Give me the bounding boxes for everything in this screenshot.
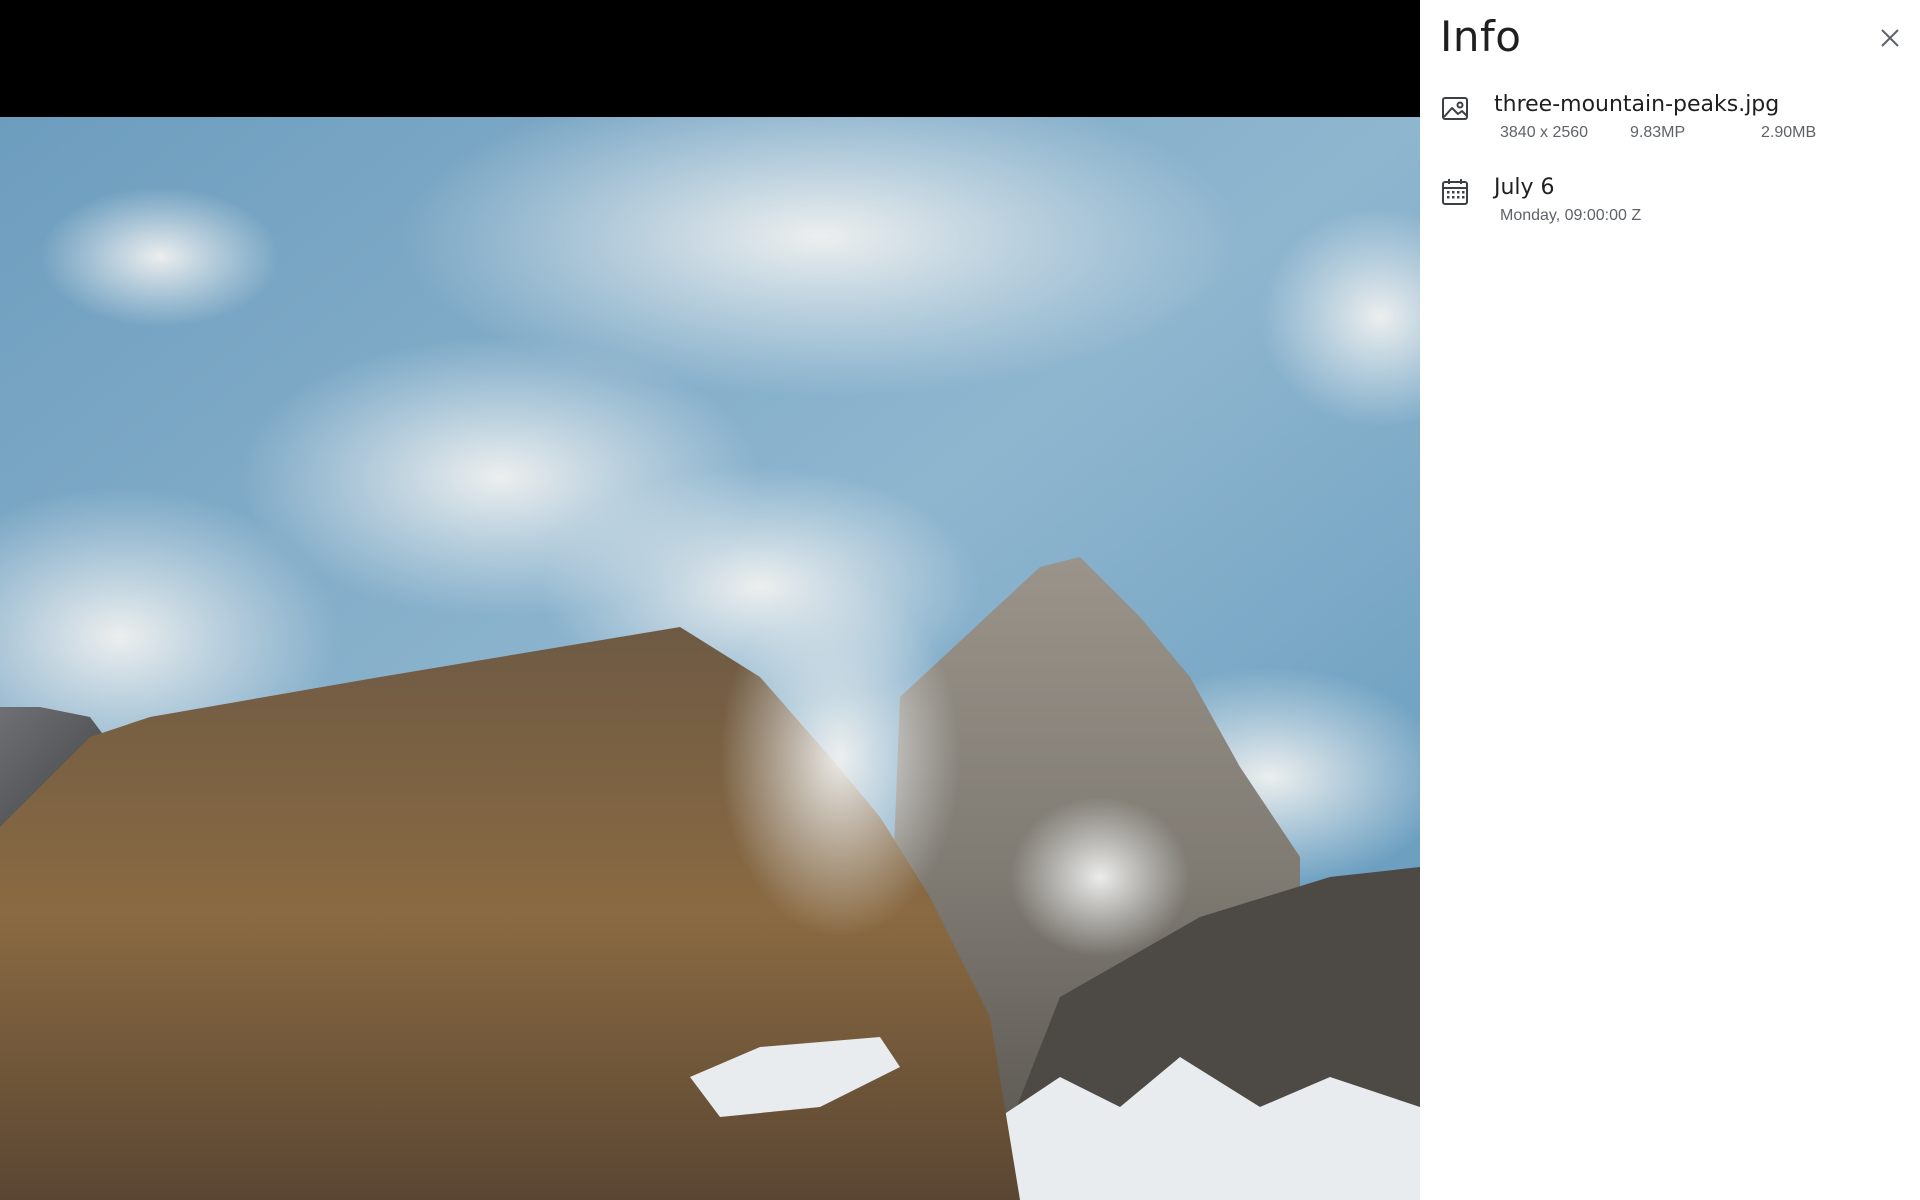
- file-megapixels: 9.83MP: [1630, 124, 1686, 141]
- panel-title: Info: [1440, 12, 1522, 61]
- image-viewer: [0, 0, 1420, 1200]
- date-label: July 6: [1494, 175, 1555, 200]
- close-icon: [1881, 29, 1899, 47]
- file-size: 2.90MB: [1761, 124, 1817, 141]
- date-detail: Monday, 09:00:00 Z: [1500, 207, 1642, 224]
- file-dimensions: 3840 x 2560: [1500, 124, 1589, 141]
- file-name: three-mountain-peaks.jpg: [1494, 92, 1780, 117]
- image-icon: [1440, 94, 1470, 124]
- mountain-photo: [0, 117, 1420, 1200]
- calendar-icon: [1440, 177, 1470, 207]
- close-button[interactable]: [1876, 24, 1904, 52]
- info-panel: Info three-mountain-peaks.jpg 3840 x 256…: [1420, 0, 1920, 1200]
- photo-graphic: [0, 117, 1420, 1200]
